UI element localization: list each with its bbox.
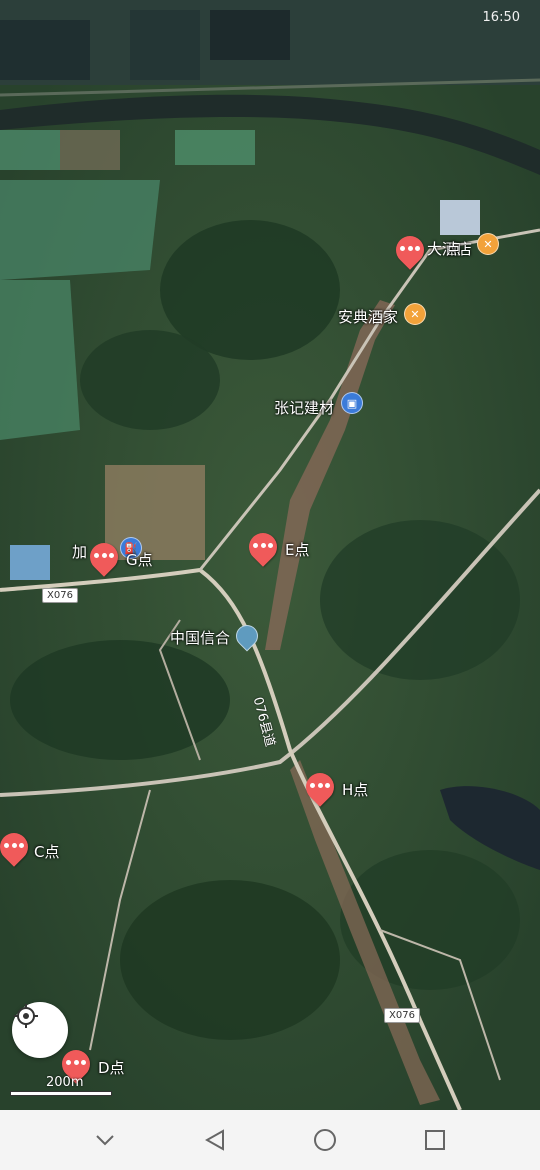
place-label-building-materials[interactable]: 张记建材: [274, 397, 334, 418]
satellite-map[interactable]: 16:50 ✕ 大酒店 ✕ 安典酒家 ▣ 张记建材 ⛽ 加 中国信合 X076 …: [0, 0, 540, 1110]
marker-label-e[interactable]: E点: [285, 539, 309, 560]
place-label-gas-station[interactable]: 加: [72, 541, 87, 562]
place-label-bank[interactable]: 中国信合: [170, 627, 230, 648]
marker-label-c[interactable]: C点: [34, 841, 59, 862]
crosshair-icon: [14, 1004, 38, 1028]
time-text: 16:50: [482, 10, 520, 25]
more-dots-icon: [4, 843, 24, 849]
marker-h[interactable]: [300, 767, 340, 809]
fork-knife-icon[interactable]: ✕: [477, 233, 499, 255]
back-chevron-icon[interactable]: [85, 1120, 125, 1160]
scale-text: 200m: [46, 1075, 84, 1090]
locate-button[interactable]: [12, 1002, 68, 1058]
road-tag-x076: X076: [384, 1008, 420, 1023]
more-dots-icon: [400, 246, 420, 252]
place-label-restaurant-2[interactable]: 安典酒家: [338, 306, 398, 327]
shopping-bag-icon[interactable]: ▣: [341, 392, 363, 414]
marker-label-h[interactable]: H点: [342, 779, 368, 800]
triangle-back-icon[interactable]: [195, 1120, 235, 1160]
more-dots-icon: [94, 553, 114, 559]
marker-e[interactable]: [243, 527, 283, 569]
marker-c[interactable]: [0, 827, 34, 869]
scale-line: [10, 1091, 112, 1096]
status-icons: 16:50: [483, 10, 520, 25]
square-recents-icon[interactable]: [415, 1120, 455, 1160]
scale-bar: 200m: [10, 1075, 120, 1099]
marker-top[interactable]: [390, 230, 430, 272]
marker-g[interactable]: [84, 537, 124, 579]
home-circle-icon[interactable]: [305, 1120, 345, 1160]
more-dots-icon: [253, 543, 273, 549]
more-dots-icon: [310, 783, 330, 789]
marker-label-top[interactable]: 点: [446, 238, 461, 259]
system-nav-bar: [0, 1110, 540, 1170]
more-dots-icon: [66, 1060, 86, 1066]
fork-knife-icon[interactable]: ✕: [404, 303, 426, 325]
road-tag-x076: X076: [42, 588, 78, 603]
marker-label-g[interactable]: G点: [126, 549, 153, 570]
status-bar: 16:50: [0, 6, 540, 28]
